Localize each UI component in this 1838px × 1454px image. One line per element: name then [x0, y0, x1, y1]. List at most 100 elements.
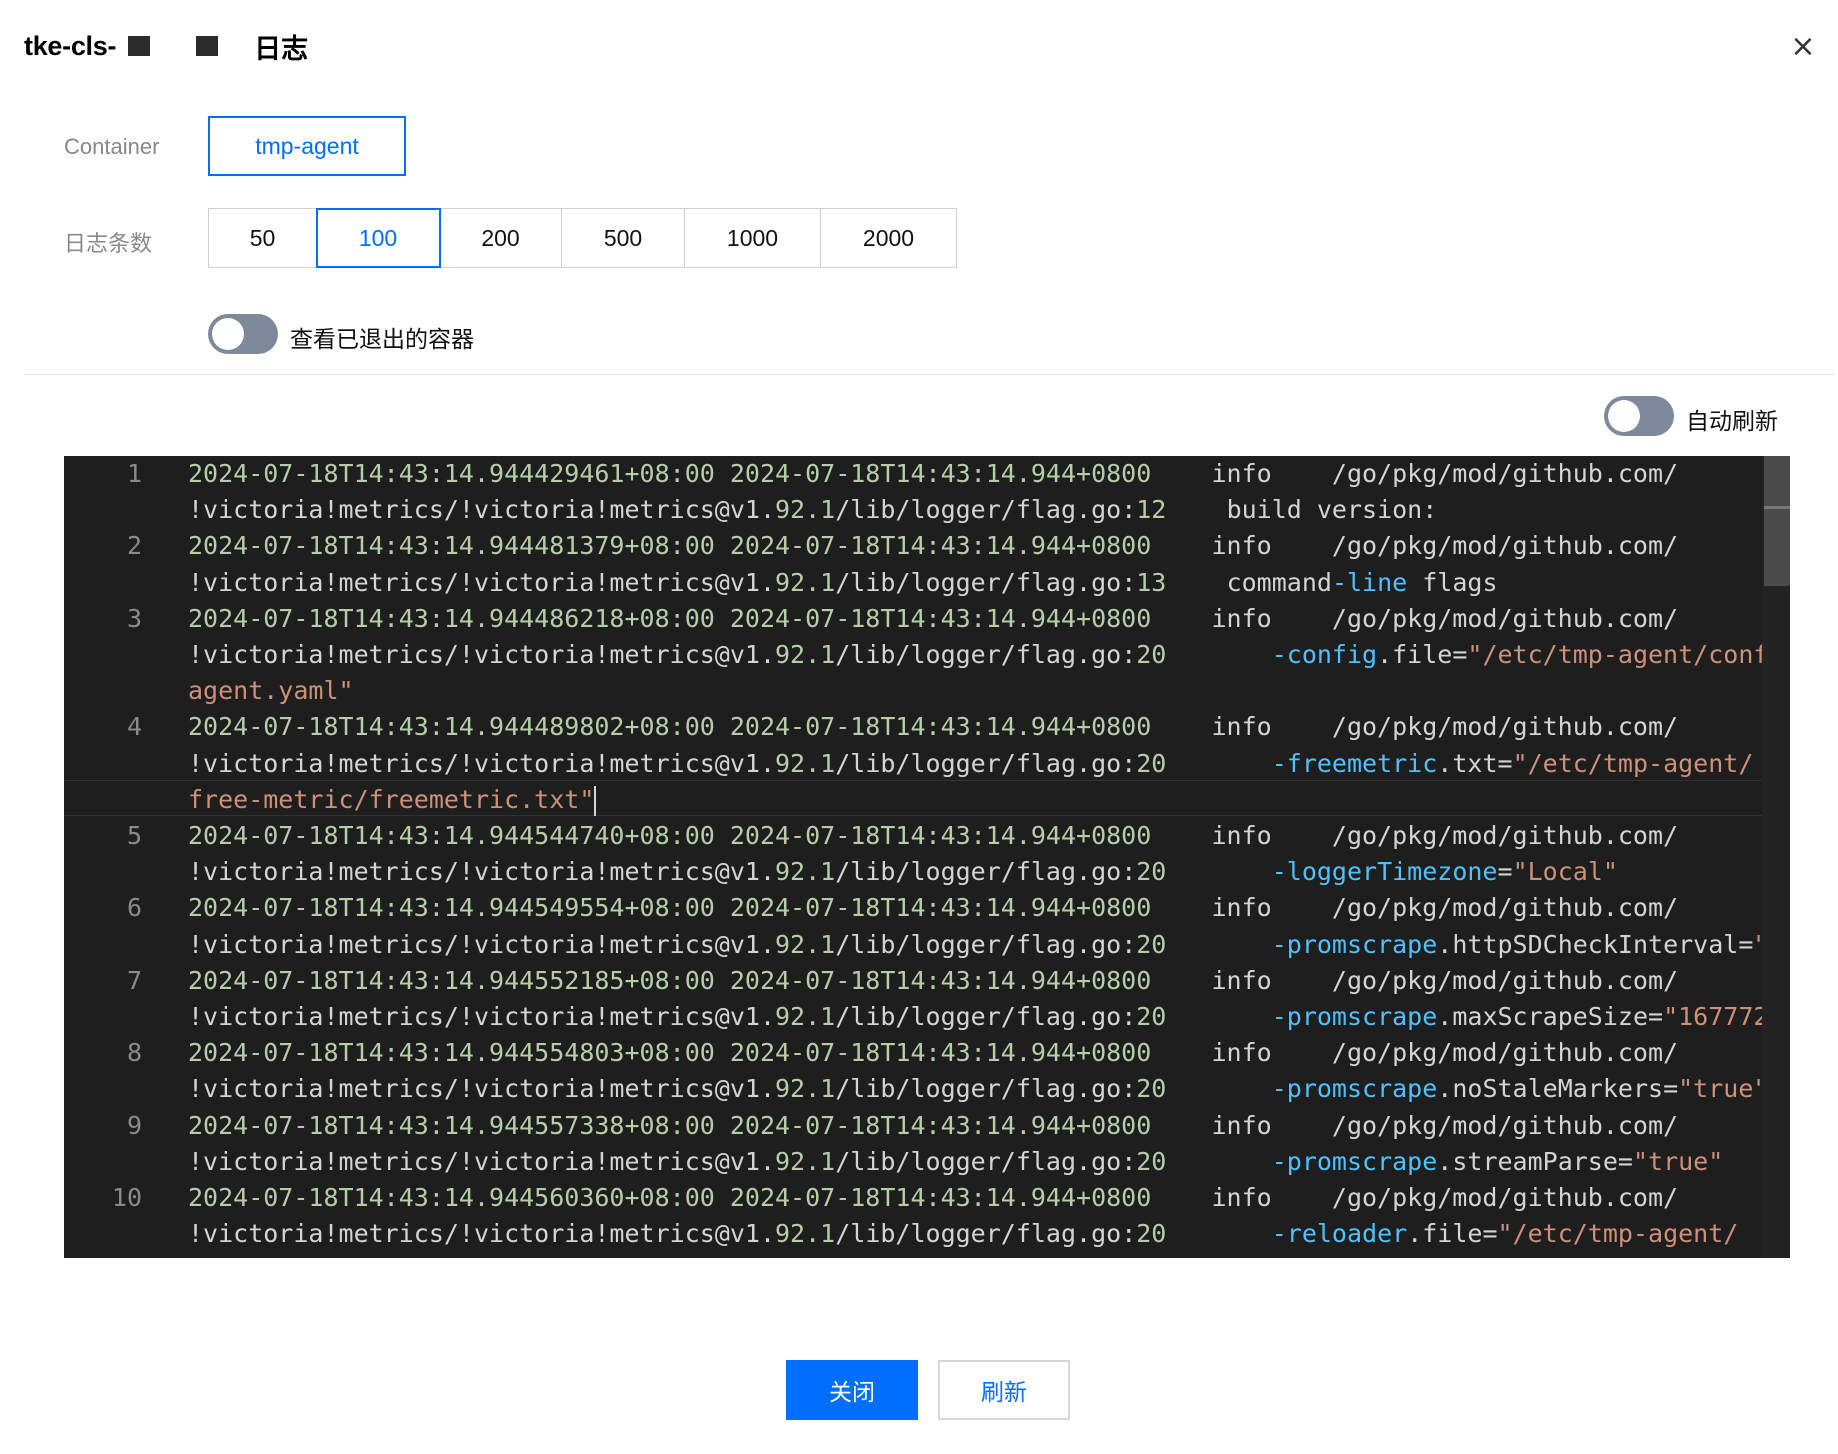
log-token: .httpSDCheckInterval=	[1437, 929, 1754, 959]
log-token	[1166, 1147, 1271, 1176]
log-line: 2024-07-18T14:43:14.944554803+08:00 2024…	[188, 1035, 1764, 1071]
line-number: 3	[126, 603, 142, 633]
log-token: !victoria!metrics/!victoria!metrics@v1.	[188, 748, 775, 778]
auto-refresh-toggle[interactable]	[1604, 396, 1674, 436]
text-caret	[594, 785, 597, 816]
log-token: -loggerTimezone	[1271, 857, 1498, 887]
line-number: 8	[126, 1038, 142, 1068]
log-token: /lib/logger/flag.go:	[835, 929, 1137, 959]
log-line: !victoria!metrics/!victoria!metrics@v1.9…	[188, 1216, 1764, 1252]
log-token: /lib/logger/flag.go:	[835, 1219, 1137, 1249]
log-token: -promscrape	[1271, 1002, 1438, 1032]
log-token: build version:	[1166, 495, 1438, 525]
log-token: "true"	[1678, 1074, 1769, 1104]
lines-option-50[interactable]: 50	[209, 209, 317, 267]
log-token: !victoria!metrics/!victoria!metrics@v1.	[188, 857, 775, 887]
log-line: !victoria!metrics/!victoria!metrics@v1.9…	[188, 492, 1764, 528]
log-token: 92.1	[775, 1146, 836, 1176]
log-token: 2024-07-18T14:43:14.944489802+08:00 2024…	[188, 712, 1152, 742]
line-number: 4	[126, 712, 142, 742]
log-token: "/etc/tmp-agent/	[1512, 748, 1754, 778]
log-token: !victoria!metrics/!victoria!metrics@v1.	[188, 929, 775, 959]
lines-option-500[interactable]: 500	[562, 209, 685, 267]
log-line: 2024-07-18T14:43:14.944429461+08:00 2024…	[188, 456, 1764, 492]
log-token: -reloader	[1271, 1219, 1408, 1249]
toggle-knob	[212, 318, 244, 350]
log-token: 20	[1136, 640, 1167, 670]
log-token: 20	[1136, 748, 1167, 778]
log-token: 92.1	[775, 495, 836, 525]
container-select[interactable]: tmp-agent	[208, 116, 406, 176]
log-token: !victoria!metrics/!victoria!metrics@v1.	[188, 640, 775, 670]
log-token: /lib/logger/flag.go:	[835, 640, 1137, 670]
log-token	[1166, 640, 1271, 669]
toggle-knob	[1608, 400, 1640, 432]
log-token: 20	[1136, 929, 1167, 959]
lines-option-2000[interactable]: 2000	[821, 209, 956, 267]
log-token: 13	[1136, 567, 1167, 597]
lines-option-100[interactable]: 100	[316, 208, 441, 268]
log-token: 2024-07-18T14:43:14.944552185+08:00 2024…	[188, 965, 1152, 995]
log-token: /lib/logger/flag.go:	[835, 495, 1137, 525]
log-line: 2024-07-18T14:43:14.944489802+08:00 2024…	[188, 709, 1764, 745]
log-token: /lib/logger/flag.go:	[835, 1074, 1137, 1104]
log-token: /lib/logger/flag.go:	[835, 1002, 1137, 1032]
log-token: .streamParse=	[1437, 1146, 1633, 1176]
lines-option-200[interactable]: 200	[440, 209, 562, 267]
log-line: !victoria!metrics/!victoria!metrics@v1.9…	[188, 999, 1790, 1035]
line-number: 2	[126, 531, 142, 561]
log-line: 2024-07-18T14:43:14.944552185+08:00 2024…	[188, 963, 1764, 999]
scrollbar-thumb[interactable]	[1764, 456, 1790, 586]
log-token: info /go/pkg/mod/github.com/	[1151, 965, 1679, 995]
log-token: .maxScrapeSize=	[1437, 1002, 1664, 1032]
show-exited-label: 查看已退出的容器	[290, 326, 474, 352]
log-token	[1166, 1219, 1271, 1248]
show-exited-toggle[interactable]	[208, 314, 278, 354]
log-line: !victoria!metrics/!victoria!metrics@v1.9…	[188, 637, 1790, 673]
log-token: 20	[1136, 1002, 1167, 1032]
log-token: info /go/pkg/mod/github.com/	[1151, 1110, 1679, 1140]
log-viewer[interactable]: 1 2024-07-18T14:43:14.944429461+08:00 202…	[64, 456, 1790, 1258]
line-number: 5	[126, 821, 142, 851]
log-token: flags	[1407, 567, 1498, 597]
log-entry: 4 2024-07-18T14:43:14.944489802+08:00 202…	[64, 709, 1764, 818]
log-token: -freemetric	[1271, 748, 1438, 778]
log-token: .file=	[1407, 1219, 1498, 1249]
log-token: -promscrape	[1271, 1074, 1438, 1104]
log-token: !victoria!metrics/!victoria!metrics@v1.	[188, 567, 775, 597]
log-token: =	[1497, 857, 1513, 887]
log-entry: 9 2024-07-18T14:43:14.944557338+08:00 202…	[64, 1108, 1764, 1180]
log-token: 2024-07-18T14:43:14.944554803+08:00 2024…	[188, 1038, 1152, 1068]
dialog-title: tke-cls- 日志	[24, 26, 308, 66]
log-token: 92.1	[775, 1074, 836, 1104]
log-token: /lib/logger/flag.go:	[835, 857, 1137, 887]
auto-refresh-label: 自动刷新	[1686, 408, 1778, 434]
log-token: 20	[1136, 857, 1167, 887]
log-scrollbar[interactable]	[1762, 456, 1790, 1258]
redacted-block	[196, 36, 219, 56]
close-button[interactable]: 关闭	[786, 1360, 918, 1420]
log-line: free-metric/freemetric.txt"	[188, 782, 1764, 818]
refresh-button[interactable]: 刷新	[938, 1360, 1070, 1420]
log-token: /lib/logger/flag.go:	[835, 567, 1137, 597]
container-label: Container	[64, 134, 160, 159]
lines-option-1000[interactable]: 1000	[685, 209, 821, 267]
log-entry: 7 2024-07-18T14:43:14.944552185+08:00 202…	[64, 963, 1790, 1035]
log-entry: 1 2024-07-18T14:43:14.944429461+08:00 202…	[64, 456, 1764, 528]
log-token: !victoria!metrics/!victoria!metrics@v1.	[188, 1219, 775, 1249]
close-icon[interactable]: ×	[1790, 32, 1816, 62]
log-entry: 2 2024-07-18T14:43:14.944481379+08:00 202…	[64, 528, 1764, 600]
log-token: !victoria!metrics/!victoria!metrics@v1.	[188, 1074, 775, 1104]
log-token: !victoria!metrics/!victoria!metrics@v1.	[188, 1146, 775, 1176]
log-line: 2024-07-18T14:43:14.944544740+08:00 2024…	[188, 818, 1764, 854]
log-line: 2024-07-18T14:43:14.944560360+08:00 2024…	[188, 1180, 1764, 1216]
log-token: !victoria!metrics/!victoria!metrics@v1.	[188, 1002, 775, 1032]
log-token: .txt=	[1437, 748, 1513, 778]
log-token: 2024-07-18T14:43:14.944560360+08:00 2024…	[188, 1183, 1152, 1213]
log-line: !victoria!metrics/!victoria!metrics@v1.9…	[188, 565, 1764, 601]
log-token: .file=	[1377, 640, 1468, 670]
log-token: 20	[1136, 1219, 1167, 1249]
log-line: !victoria!metrics/!victoria!metrics@v1.9…	[188, 1071, 1768, 1107]
log-token: command	[1166, 567, 1332, 597]
log-token: -promscrape	[1271, 1146, 1438, 1176]
